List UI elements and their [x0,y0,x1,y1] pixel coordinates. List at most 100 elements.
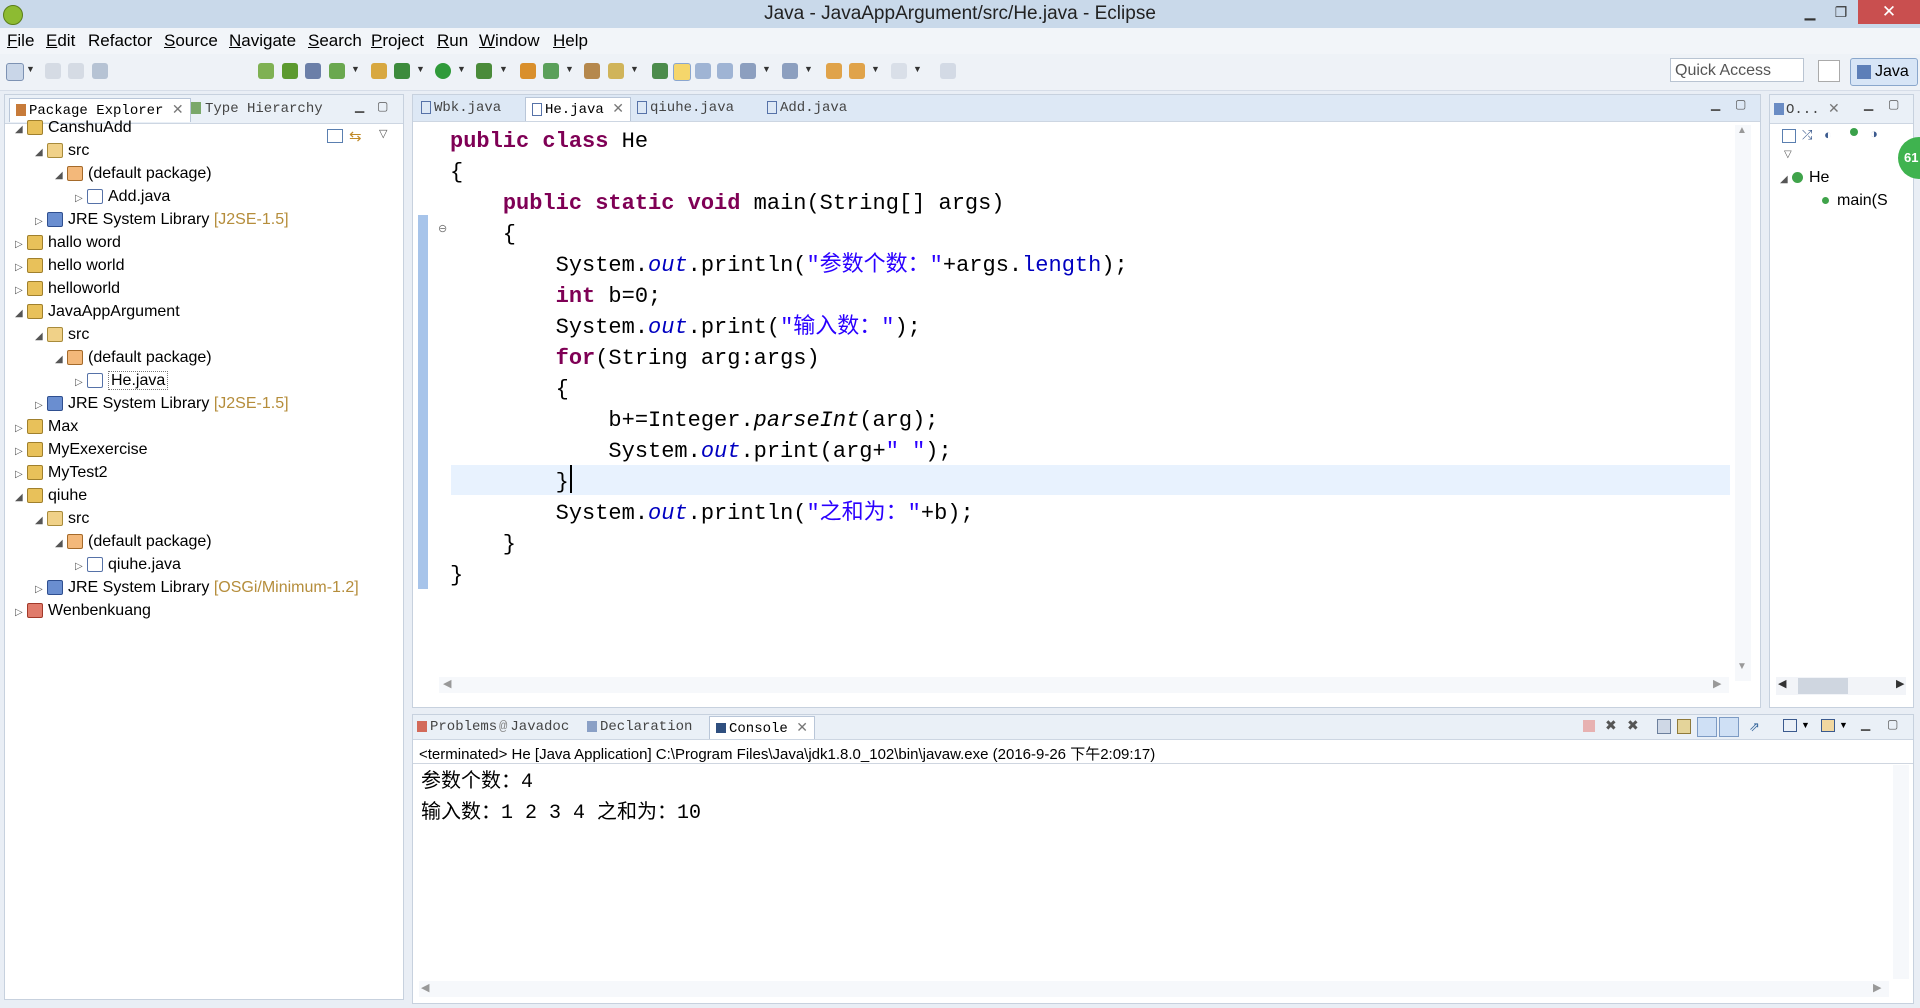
menu-navigate[interactable]: Navigate [229,31,296,51]
tree-item[interactable]: ◢ src [35,142,89,160]
menu-window[interactable]: Window [479,31,539,51]
collapse-all-icon[interactable] [1782,129,1796,143]
menu-edit[interactable]: Edit [46,31,75,51]
tree-item[interactable]: ▷ JRE System Library [OSGi/Minimum-1.2] [35,579,359,597]
hide-static-icon[interactable] [1850,128,1858,136]
fold-icon[interactable]: ⊖ [438,222,447,235]
scroll-right-icon[interactable]: ▶ [1896,677,1904,690]
run-dropdown-icon[interactable]: ▼ [457,64,466,74]
next-annotation-dropdown-icon[interactable]: ▼ [762,64,771,74]
horizontal-scrollbar[interactable] [419,981,1889,997]
collapse-all-icon[interactable] [327,129,343,143]
debug-icon[interactable] [394,63,410,79]
tab-type-hierarchy[interactable]: Type Hierarchy [191,101,323,117]
expand-arrow-icon[interactable]: ◢ [1780,174,1792,185]
tab-javadoc[interactable]: @ Javadoc [499,719,569,735]
open-task-icon[interactable] [258,63,274,79]
forward-dropdown-icon[interactable]: ▼ [913,64,922,74]
new-dropdown-icon[interactable]: ▼ [26,64,35,74]
scroll-lock-icon[interactable] [1677,719,1691,734]
quick-access-input[interactable]: Quick Access [1670,58,1804,82]
tree-item[interactable]: ◢ (default package) [55,349,212,367]
tree-item[interactable]: ◢ CanshuAdd [15,119,132,137]
tree-item[interactable]: ◢ qiuhe [15,487,87,505]
show-console-on-output-icon[interactable] [1719,717,1739,737]
console-icon[interactable] [282,63,298,79]
next-annotation-icon[interactable] [740,63,756,79]
close-tab-icon[interactable]: ✕ [796,721,808,737]
back-icon[interactable] [849,63,865,79]
tree-item[interactable]: ▷ Max [15,418,78,436]
collapse-arrow-icon[interactable]: ◢ [35,515,47,526]
expand-arrow-icon[interactable]: ▷ [15,239,27,250]
tree-item[interactable]: ▷ hallo word [15,234,121,252]
external-tools-icon[interactable] [476,63,492,79]
toggle-highlight-icon[interactable] [673,63,691,81]
close-tab-icon[interactable]: ✕ [612,102,624,118]
last-edit-icon[interactable] [826,63,842,79]
collapse-arrow-icon[interactable]: ◢ [15,124,27,135]
console-output[interactable]: 参数个数：4 输入数：1 2 3 4 之和为：10 [421,767,701,829]
collapse-arrow-icon[interactable]: ◢ [55,354,67,365]
terminate-icon[interactable] [1583,720,1595,732]
maximize-button[interactable]: ❐ [1827,0,1855,24]
close-button[interactable]: ✕ [1858,0,1920,24]
open-console-icon[interactable] [1821,719,1835,732]
tab-wbk-java[interactable]: Wbk.java [421,100,501,116]
tab-problems[interactable]: Problems [417,719,497,735]
scrollbar-thumb[interactable] [1798,678,1848,694]
display-selected-console-dropdown-icon[interactable]: ▼ [1801,720,1810,730]
open-perspective-icon[interactable] [1818,60,1840,82]
minimize-editor-icon[interactable]: ▁ [1711,97,1720,111]
clear-console-icon[interactable] [1657,719,1671,734]
tab-he-java[interactable]: He.java ✕ [525,97,631,121]
new-package-icon[interactable] [520,63,536,79]
maximize-view-icon[interactable]: ▢ [1888,97,1899,111]
maximize-view-icon[interactable]: ▢ [1887,717,1898,731]
pin-icon[interactable] [305,63,321,79]
word-wrap-icon[interactable] [1697,717,1717,737]
expand-arrow-icon[interactable]: ▷ [15,423,27,434]
pin-console-icon[interactable]: ⇗ [1749,719,1760,735]
close-tab-icon[interactable]: ✕ [172,103,184,119]
collapse-arrow-icon[interactable]: ◢ [35,331,47,342]
minimize-button[interactable]: ▁ [1796,0,1824,24]
minimize-view-icon[interactable]: ▁ [1864,97,1873,111]
save-all-icon[interactable] [68,63,84,79]
view-menu-icon[interactable]: ▽ [1784,149,1792,160]
java-perspective-button[interactable]: Java [1850,58,1918,86]
expand-arrow-icon[interactable]: ▷ [15,446,27,457]
tree-item[interactable]: ▷ MyExexercise [15,441,148,459]
tree-item[interactable]: ◢ src [35,326,89,344]
collapse-arrow-icon[interactable]: ◢ [15,308,27,319]
outline-item-method[interactable]: main(S [1822,192,1888,210]
notification-badge[interactable]: 61 [1898,137,1920,179]
scroll-right-icon[interactable]: ▶ [1873,981,1881,994]
external-tools-dropdown-icon[interactable]: ▼ [499,64,508,74]
new-class-icon[interactable] [543,63,559,79]
tab-qiuhe-java[interactable]: qiuhe.java [637,100,734,116]
expand-arrow-icon[interactable]: ▷ [75,377,87,388]
tab-add-java[interactable]: Add.java [767,100,847,116]
outline-item-class[interactable]: ◢ He [1780,169,1829,187]
tree-item[interactable]: ◢ (default package) [55,165,212,183]
menu-help[interactable]: Help [553,31,588,51]
open-type-icon[interactable] [584,63,600,79]
minimize-view-icon[interactable]: ▁ [1861,717,1870,731]
expand-arrow-icon[interactable]: ▷ [15,469,27,480]
tree-item[interactable]: ▷ MyTest2 [15,464,108,482]
display-selected-console-icon[interactable] [1783,719,1797,732]
tree-item[interactable]: ▷ Wenbenkuang [15,602,151,620]
expand-arrow-icon[interactable]: ▷ [35,584,47,595]
print-icon[interactable] [92,63,108,79]
collapse-arrow-icon[interactable]: ◢ [15,492,27,503]
collapse-arrow-icon[interactable]: ◢ [55,170,67,181]
menu-run[interactable]: Run [437,31,468,51]
previous-annotation-icon[interactable] [782,63,798,79]
tree-item[interactable]: ▷ JRE System Library [J2SE-1.5] [35,395,289,413]
tree-item[interactable]: ▷ JRE System Library [J2SE-1.5] [35,211,289,229]
expand-arrow-icon[interactable]: ▷ [15,285,27,296]
vertical-scrollbar[interactable] [1735,125,1751,681]
pin-editor-icon[interactable] [940,63,956,79]
scroll-up-icon[interactable]: ▲ [1737,125,1747,136]
